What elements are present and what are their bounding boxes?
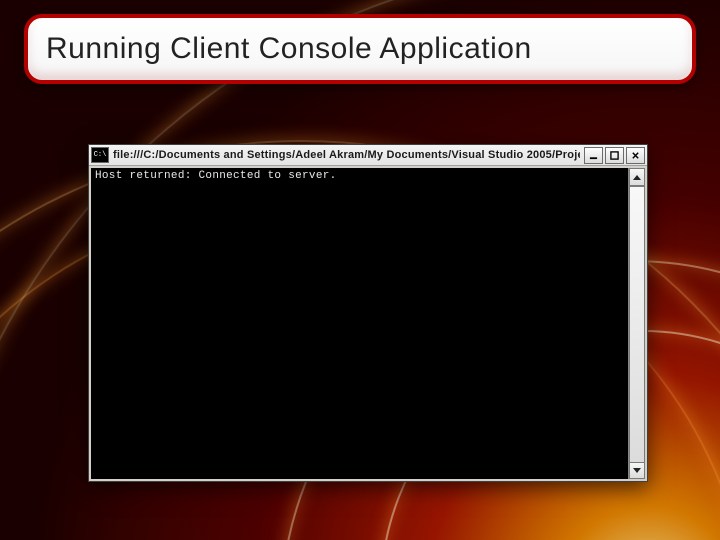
window-controls — [584, 147, 645, 164]
slide-title-banner: Running Client Console Application — [24, 14, 696, 84]
console-body: Host returned: Connected to server. — [89, 166, 647, 481]
minimize-button[interactable] — [584, 147, 603, 164]
chevron-down-icon — [633, 468, 641, 473]
cmd-icon-label: C:\ — [94, 151, 107, 159]
scroll-down-button[interactable] — [629, 461, 645, 479]
close-button[interactable] — [626, 147, 645, 164]
slide-title: Running Client Console Application — [46, 32, 532, 66]
close-icon — [631, 151, 640, 160]
vertical-scrollbar[interactable] — [628, 168, 645, 479]
window-title: file:///C:/Documents and Settings/Adeel … — [113, 149, 580, 161]
slide-stage: Running Client Console Application C:\ f… — [0, 0, 720, 540]
chevron-up-icon — [633, 175, 641, 180]
maximize-button[interactable] — [605, 147, 624, 164]
maximize-icon — [610, 151, 619, 160]
scrollbar-track[interactable] — [629, 186, 645, 461]
cmd-icon: C:\ — [91, 147, 109, 163]
scrollbar-thumb[interactable] — [629, 186, 645, 463]
minimize-icon — [589, 151, 598, 160]
scroll-up-button[interactable] — [629, 168, 645, 186]
console-window: C:\ file:///C:/Documents and Settings/Ad… — [88, 144, 648, 482]
window-titlebar[interactable]: C:\ file:///C:/Documents and Settings/Ad… — [89, 145, 647, 166]
console-output[interactable]: Host returned: Connected to server. — [91, 168, 628, 479]
